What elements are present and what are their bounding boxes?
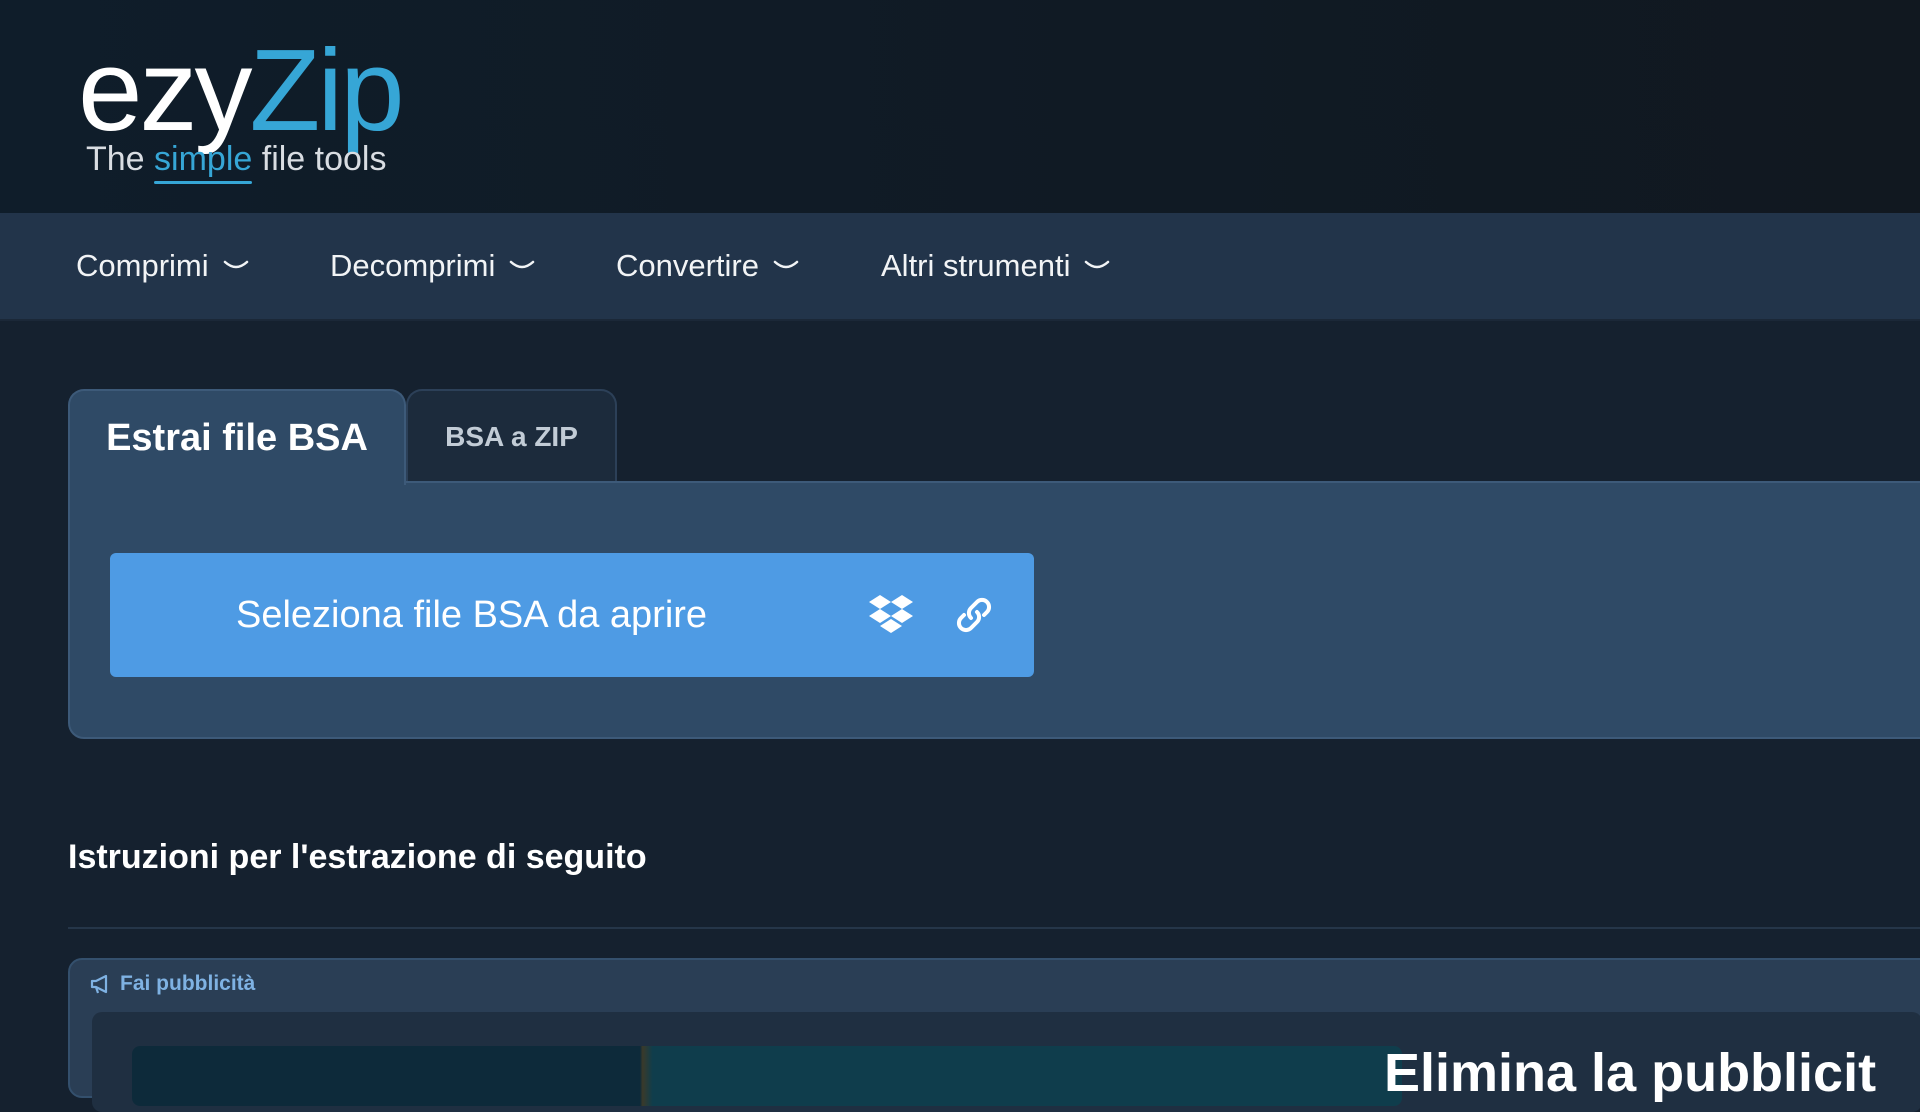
chevron-down-icon: [1085, 260, 1110, 269]
nav-item-decomprimi[interactable]: Decomprimi: [330, 213, 535, 319]
logo-word-ezy: ezy: [78, 25, 253, 155]
main-nav: Comprimi Decomprimi Convertire Altri str…: [0, 213, 1920, 321]
select-file-button[interactable]: Seleziona file BSA da aprire: [110, 553, 1034, 677]
tab-estrai-file-bsa[interactable]: Estrai file BSA: [68, 389, 406, 485]
logo-tagline: The simple file tools: [86, 140, 386, 179]
nav-item-label: Altri strumenti: [881, 248, 1071, 283]
link-icon[interactable]: [952, 593, 996, 637]
chevron-down-icon: [510, 260, 535, 269]
site-header: ezyZip The simple file tools: [0, 0, 1920, 213]
tab-label: Estrai file BSA: [106, 416, 368, 459]
ad-label-text: Fai pubblicità: [120, 972, 256, 995]
nav-item-comprimi[interactable]: Comprimi: [76, 213, 249, 319]
ad-label[interactable]: Fai pubblicità: [90, 972, 255, 996]
nav-item-label: Decomprimi: [330, 248, 496, 283]
tagline-highlight: simple: [154, 140, 253, 178]
ezyzip-logo[interactable]: ezyZip The simple file tools: [78, 20, 408, 190]
tab-label: BSA a ZIP: [445, 421, 578, 452]
nav-item-altri-strumenti[interactable]: Altri strumenti: [881, 213, 1110, 319]
divider: [68, 927, 1920, 929]
nav-item-label: Convertire: [616, 248, 759, 283]
logo-wordmark: ezyZip: [78, 20, 405, 160]
nav-item-convertire[interactable]: Convertire: [616, 213, 799, 319]
select-file-label: Seleziona file BSA da aprire: [236, 594, 708, 636]
logo-word-zip: Zip: [249, 25, 405, 155]
nav-item-label: Comprimi: [76, 248, 209, 283]
dropbox-icon[interactable]: [868, 591, 914, 639]
ad-image[interactable]: [132, 1046, 1402, 1106]
tagline-before: The: [86, 140, 155, 178]
megaphone-icon: [90, 974, 108, 994]
ad-heading: Elimina la pubblicit: [1384, 1043, 1877, 1103]
tab-bsa-a-zip[interactable]: BSA a ZIP: [406, 389, 617, 483]
tagline-after: file tools: [252, 140, 387, 178]
instructions-heading: Istruzioni per l'estrazione di seguito: [68, 838, 647, 876]
chevron-down-icon: [223, 260, 248, 269]
chevron-down-icon: [773, 260, 799, 269]
